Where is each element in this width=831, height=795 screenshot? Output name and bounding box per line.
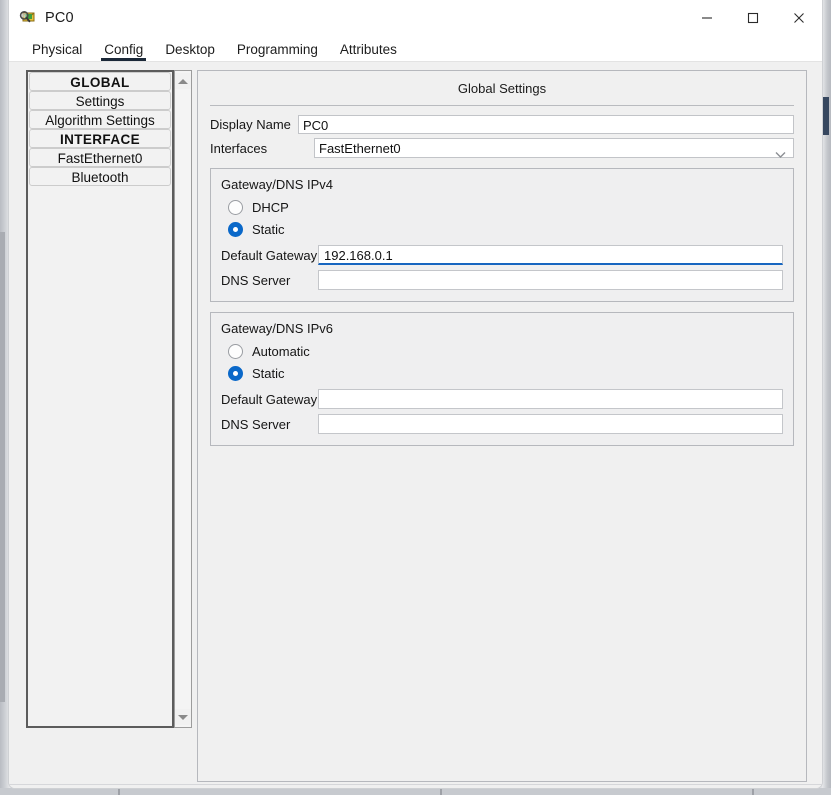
ipv4-default-gateway-input[interactable]: 192.168.0.1 — [318, 245, 783, 265]
interfaces-row: Interfaces FastEthernet0 — [210, 138, 794, 158]
sidebar-scrollbar[interactable] — [174, 70, 192, 728]
display-name-row: Display Name PC0 — [210, 115, 794, 134]
ipv4-dhcp-radio[interactable] — [228, 199, 243, 215]
sidebar-item-bluetooth[interactable]: Bluetooth — [29, 167, 171, 186]
packet-tracer-device-icon — [19, 9, 37, 27]
screenshot-root: PC0 Physical Config Desktop Programming … — [0, 0, 831, 795]
ipv4-default-gateway-row: Default Gateway 192.168.0.1 — [221, 245, 783, 265]
interfaces-select[interactable]: FastEthernet0 — [314, 138, 794, 158]
display-name-input[interactable]: PC0 — [298, 115, 794, 134]
scroll-up-arrow-icon[interactable] — [175, 73, 191, 89]
global-form: Display Name PC0 Interfaces FastEthernet… — [198, 106, 806, 158]
sidebar-header-global: GLOBAL — [29, 72, 171, 91]
ipv6-automatic-radio-row[interactable]: Automatic — [221, 340, 783, 362]
ipv6-automatic-label: Automatic — [252, 343, 310, 359]
panel-title: Global Settings — [457, 81, 547, 96]
ipv4-static-radio-row[interactable]: Static — [221, 218, 783, 240]
ipv6-static-radio[interactable] — [228, 365, 243, 381]
scroll-down-arrow-icon[interactable] — [175, 709, 191, 725]
global-settings-panel: Global Settings Display Name PC0 Interfa… — [197, 70, 807, 782]
title-bar: PC0 — [9, 0, 822, 36]
ipv4-dhcp-label: DHCP — [252, 199, 289, 215]
minimize-button[interactable] — [684, 0, 730, 36]
background-app-bottom-strip — [0, 788, 831, 795]
interfaces-selected-value: FastEthernet0 — [319, 141, 401, 156]
config-body: GLOBAL Settings Algorithm Settings INTER… — [9, 62, 822, 784]
ipv4-default-gateway-label: Default Gateway — [221, 247, 318, 263]
window-controls — [684, 0, 822, 36]
ipv6-dns-server-input[interactable] — [318, 414, 783, 434]
config-sidebar: GLOBAL Settings Algorithm Settings INTER… — [26, 70, 174, 728]
ipv6-dns-server-label: DNS Server — [221, 416, 291, 432]
background-taskbar-divider — [118, 788, 120, 795]
tab-config[interactable]: Config — [93, 42, 154, 61]
ipv6-dns-server-row: DNS Server — [221, 414, 783, 434]
close-button[interactable] — [776, 0, 822, 36]
ipv6-static-radio-row[interactable]: Static — [221, 362, 783, 384]
ipv4-dns-server-row: DNS Server — [221, 270, 783, 290]
window-title: PC0 — [45, 10, 74, 26]
sidebar-item-algorithm-settings[interactable]: Algorithm Settings — [29, 110, 171, 129]
ipv4-dhcp-radio-row[interactable]: DHCP — [221, 196, 783, 218]
tab-attributes[interactable]: Attributes — [329, 42, 408, 61]
tab-bar: Physical Config Desktop Programming Attr… — [9, 36, 822, 62]
background-taskbar-divider — [440, 788, 442, 795]
ipv4-dns-server-input[interactable] — [318, 270, 783, 290]
device-config-window: PC0 Physical Config Desktop Programming … — [8, 0, 823, 789]
tab-desktop[interactable]: Desktop — [154, 42, 226, 61]
gateway-dns-ipv6-group: Gateway/DNS IPv6 Automatic Static Defaul… — [210, 312, 794, 446]
interfaces-label: Interfaces — [210, 140, 268, 156]
maximize-button[interactable] — [730, 0, 776, 36]
chevron-down-icon — [775, 145, 786, 165]
sidebar-item-settings[interactable]: Settings — [29, 91, 171, 110]
ipv6-default-gateway-label: Default Gateway — [221, 391, 318, 407]
background-taskbar-divider — [752, 788, 754, 795]
window-footer: Top CSDN @日星月云 — [9, 784, 822, 788]
ipv4-static-label: Static — [252, 221, 285, 237]
ipv4-group-title: Gateway/DNS IPv4 — [221, 177, 333, 192]
ipv6-default-gateway-input[interactable] — [318, 389, 783, 409]
ipv6-static-label: Static — [252, 365, 285, 381]
tab-physical[interactable]: Physical — [21, 42, 93, 61]
sidebar-item-fastethernet0[interactable]: FastEthernet0 — [29, 148, 171, 167]
ipv4-static-radio[interactable] — [228, 221, 243, 237]
gateway-dns-ipv4-group: Gateway/DNS IPv4 DHCP Static Default Gat… — [210, 168, 794, 302]
ipv6-automatic-radio[interactable] — [228, 343, 243, 359]
display-name-label: Display Name — [210, 117, 291, 132]
sidebar-empty-row — [28, 186, 172, 205]
tab-programming[interactable]: Programming — [226, 42, 329, 61]
sidebar-header-interface: INTERFACE — [29, 129, 171, 148]
background-app-accent-marker — [823, 97, 829, 135]
ipv6-group-title: Gateway/DNS IPv6 — [221, 321, 333, 336]
ipv6-default-gateway-row: Default Gateway — [221, 389, 783, 409]
background-app-left-edge — [0, 232, 5, 702]
ipv4-dns-server-label: DNS Server — [221, 272, 291, 288]
